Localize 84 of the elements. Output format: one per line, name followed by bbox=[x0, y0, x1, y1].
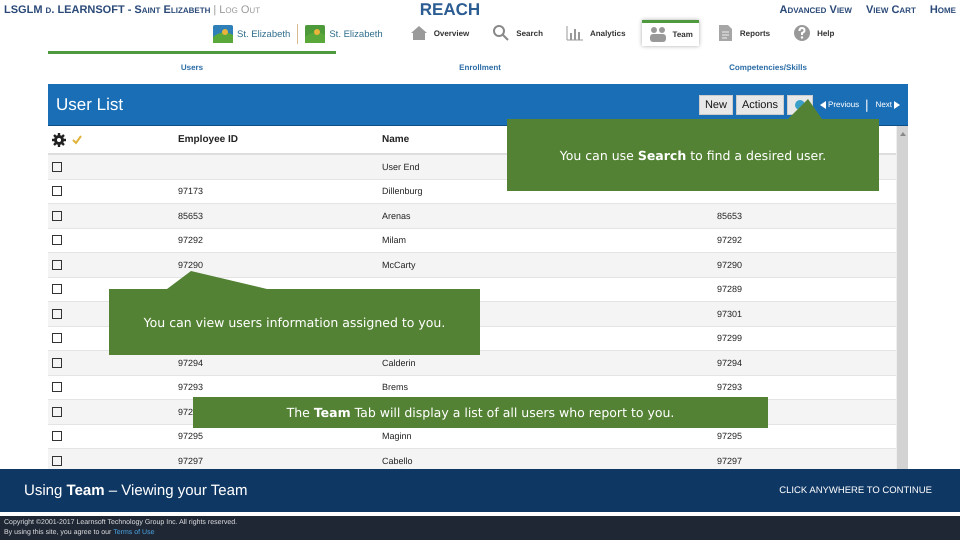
checkbox[interactable] bbox=[52, 308, 62, 319]
table-cell: Cabello bbox=[382, 456, 413, 466]
checkbox[interactable] bbox=[52, 333, 62, 344]
checkbox[interactable] bbox=[52, 162, 62, 172]
checkbox[interactable] bbox=[52, 456, 62, 466]
table-cell: 97297 bbox=[717, 456, 742, 466]
table-cell: 85653 bbox=[717, 210, 742, 221]
table-cell: 97295 bbox=[178, 431, 204, 442]
checkbox[interactable] bbox=[52, 284, 62, 294]
column-header: Employee ID bbox=[178, 134, 240, 145]
people-icon bbox=[648, 24, 668, 44]
checkbox[interactable] bbox=[52, 406, 62, 417]
logo-icon bbox=[305, 25, 326, 43]
scrollbar[interactable] bbox=[896, 126, 908, 470]
house-icon bbox=[408, 23, 429, 43]
nav-tab[interactable]: Team bbox=[642, 20, 699, 46]
table-cell: 97292 bbox=[178, 235, 204, 246]
table-cell: 97290 bbox=[717, 260, 742, 270]
help-icon bbox=[792, 23, 812, 43]
table-cell: User End bbox=[382, 162, 420, 172]
account-name: LSGLM d. LEARNSOFT - Saint Elizabeth bbox=[4, 4, 210, 16]
column-header: Name bbox=[382, 134, 410, 145]
sub-tab[interactable]: Enrollment bbox=[336, 51, 624, 72]
sub-tab[interactable]: Users bbox=[48, 51, 336, 72]
callout-text: You can use Search to find a desired user. bbox=[560, 148, 826, 162]
app-title: REACH bbox=[418, 0, 482, 20]
table-cell: Dillenburg bbox=[382, 186, 423, 196]
table-cell: 97289 bbox=[717, 284, 742, 294]
sub-tab[interactable]: Competencies/Skills bbox=[624, 51, 912, 72]
nav-tab[interactable]: Analytics bbox=[558, 20, 632, 46]
checkbox[interactable] bbox=[52, 235, 62, 246]
checkbox[interactable] bbox=[52, 186, 62, 196]
table-cell: 97301 bbox=[717, 308, 742, 319]
table-cell: Brems bbox=[382, 382, 408, 392]
checkbox[interactable] bbox=[52, 431, 62, 442]
toolbar-button[interactable]: New bbox=[698, 94, 733, 114]
callout-text: The Team Tab will display a list of all users who report to you. bbox=[286, 405, 674, 420]
table-cell: 97294 bbox=[178, 358, 204, 368]
checkbox[interactable] bbox=[52, 382, 62, 392]
table-cell: 97297 bbox=[178, 456, 204, 466]
gear-icon bbox=[52, 132, 66, 146]
logo-icon bbox=[213, 25, 233, 43]
logo-text: St. Elizabeth bbox=[237, 28, 290, 40]
toolbar-button[interactable]: Actions bbox=[736, 94, 784, 114]
table-cell: 97293 bbox=[717, 382, 742, 392]
checkbox[interactable] bbox=[52, 210, 62, 221]
table-cell: McCarty bbox=[382, 260, 416, 270]
search-icon bbox=[491, 23, 512, 43]
separator: | bbox=[213, 4, 216, 16]
nav-tab[interactable]: Reports bbox=[708, 20, 776, 46]
separator: | bbox=[865, 97, 869, 112]
table-cell: Milam bbox=[382, 235, 406, 246]
table-cell: Calderin bbox=[382, 358, 416, 368]
left-triangle-icon bbox=[820, 100, 826, 108]
table-cell: 97292 bbox=[717, 235, 742, 246]
previous-link[interactable]: Previous bbox=[820, 100, 860, 109]
table-cell: Maginn bbox=[382, 431, 412, 442]
table-cell: 97299 bbox=[717, 333, 742, 344]
up-arrow-icon bbox=[900, 132, 906, 136]
check-icon bbox=[72, 134, 82, 144]
checkbox[interactable] bbox=[52, 358, 62, 368]
header-link[interactable]: Advanced View bbox=[780, 4, 852, 16]
table-cell: 97293 bbox=[178, 382, 204, 392]
checkbox[interactable] bbox=[52, 260, 62, 270]
nav-tab[interactable]: Help bbox=[786, 20, 840, 46]
table-cell: Arenas bbox=[382, 210, 411, 221]
table-cell: 97295 bbox=[717, 431, 742, 442]
table-cell: 972 bbox=[178, 406, 194, 417]
table-cell: 97294 bbox=[717, 358, 742, 368]
next-link[interactable]: Next bbox=[876, 100, 900, 109]
right-triangle-icon bbox=[894, 100, 900, 108]
table-cell: 85653 bbox=[178, 210, 204, 221]
bar-chart-icon bbox=[564, 23, 585, 43]
table-cell: 97290 bbox=[178, 260, 204, 270]
nav-tab[interactable]: Search bbox=[485, 20, 549, 46]
continue-link[interactable]: CLICK ANYWHERE TO CONTINUE bbox=[779, 485, 932, 496]
banner-title: Using Team – Viewing your Team bbox=[24, 482, 248, 500]
panel-title: User List bbox=[56, 94, 124, 114]
header-link[interactable]: View Cart bbox=[866, 4, 916, 16]
logo-text: St. Elizabeth bbox=[329, 28, 383, 40]
callout-text: You can view users information assigned to you. bbox=[144, 314, 446, 330]
table-cell: 97173 bbox=[178, 186, 204, 196]
nav-tab[interactable]: Overview bbox=[402, 20, 476, 46]
header-link[interactable]: Home bbox=[930, 4, 956, 16]
